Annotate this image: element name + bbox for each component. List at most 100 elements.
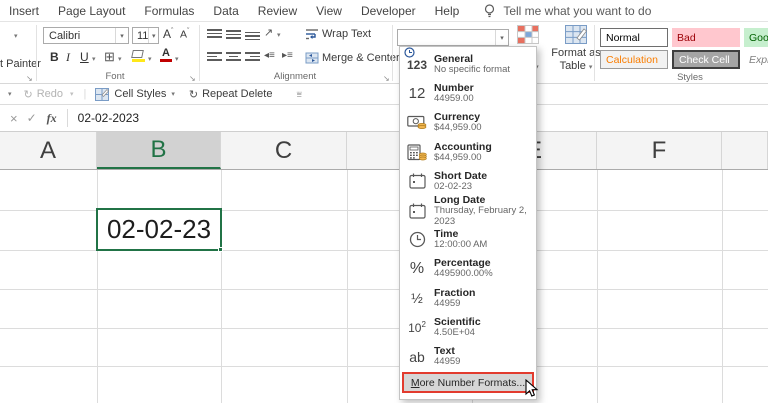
- align-middle-button[interactable]: [226, 29, 241, 40]
- borders-chevron[interactable]: ▾: [118, 55, 122, 63]
- number-format-combo[interactable]: ▾: [397, 29, 509, 46]
- worksheet-grid[interactable]: A B C E F 02-02-23: [0, 132, 768, 403]
- orientation-button[interactable]: ↗: [264, 26, 273, 39]
- selected-cell[interactable]: 02-02-23: [96, 208, 222, 251]
- dropdown-item-long-date[interactable]: Long Date Thursday, February 2, 2023: [400, 194, 536, 226]
- tab-formulas[interactable]: Formulas: [144, 4, 194, 18]
- format-painter-button[interactable]: t Painter: [0, 58, 41, 70]
- font-group-label: Font: [105, 71, 125, 82]
- font-name-combo[interactable]: Calibri ▾: [43, 27, 129, 44]
- increase-indent-button[interactable]: ▸≡: [282, 50, 293, 61]
- gridline: [347, 170, 348, 403]
- dropdown-item-percentage[interactable]: % Percentage 4495900.00%: [400, 254, 536, 283]
- alignment-dialog-launcher-icon[interactable]: ↘: [383, 74, 390, 83]
- dropdown-item-text[interactable]: ab Text 44959: [400, 342, 536, 371]
- decrease-indent-button[interactable]: ◂≡: [264, 50, 275, 61]
- column-header-a[interactable]: A: [0, 132, 97, 169]
- gridline: [0, 366, 768, 367]
- repeat-icon[interactable]: ↻: [189, 88, 198, 101]
- column-header-g[interactable]: [722, 132, 768, 169]
- align-left-button[interactable]: [207, 52, 222, 63]
- font-size-value: 11: [137, 29, 149, 42]
- underline-chevron[interactable]: ▾: [92, 55, 96, 63]
- dropdown-item-fraction[interactable]: ½ Fraction 44959: [400, 284, 536, 313]
- font-size-combo[interactable]: 11 ▾: [132, 27, 159, 44]
- cell-styles-button[interactable]: Cell Styles: [114, 88, 166, 100]
- paste-dropdown-chevron[interactable]: ▾: [14, 32, 18, 40]
- column-header-f[interactable]: F: [597, 132, 722, 169]
- clipboard-dialog-launcher-icon[interactable]: ↘: [26, 74, 33, 83]
- formula-bar-value[interactable]: 02-02-2023: [78, 111, 139, 125]
- toolbar-overflow-icon[interactable]: ⩸: [296, 89, 301, 100]
- orientation-chevron[interactable]: ▾: [277, 31, 281, 39]
- style-chip-calculation[interactable]: Calculation: [600, 50, 668, 69]
- tab-insert[interactable]: Insert: [9, 4, 39, 18]
- bold-button[interactable]: B: [50, 50, 59, 64]
- number-format-dropdown: 123 General No specific format 12 Number 4495…: [399, 46, 537, 400]
- fill-handle[interactable]: [218, 247, 223, 252]
- conditional-formatting-icon[interactable]: [517, 25, 539, 44]
- dropdown-item-sample: 44959: [434, 356, 461, 368]
- tab-page-layout[interactable]: Page Layout: [58, 4, 125, 18]
- dropdown-item-number[interactable]: 12 Number 44959.00: [400, 79, 536, 108]
- tab-developer[interactable]: Developer: [361, 4, 416, 18]
- more-number-formats-button[interactable]: More Number Formats...: [402, 372, 534, 393]
- cell-styles-chevron[interactable]: ▾: [171, 90, 175, 98]
- dropdown-item-accounting[interactable]: Accounting $44,959.00: [400, 138, 536, 167]
- insert-function-button[interactable]: fx: [47, 111, 57, 126]
- italic-button[interactable]: I: [66, 50, 70, 65]
- dropdown-item-scientific[interactable]: 102 Scientific 4.50E+04: [400, 313, 536, 342]
- cancel-button[interactable]: ×: [10, 111, 18, 126]
- cell-styles-icon[interactable]: [95, 87, 110, 101]
- column-header-c[interactable]: C: [221, 132, 347, 169]
- font-dialog-launcher-icon[interactable]: ↘: [189, 74, 196, 83]
- tab-data[interactable]: Data: [213, 4, 238, 18]
- style-chip-good[interactable]: Good: [744, 28, 768, 47]
- wrap-text-button[interactable]: Wrap Text: [305, 28, 371, 40]
- style-chip-explanatory[interactable]: Explanatory: [744, 50, 768, 69]
- tab-review[interactable]: Review: [258, 4, 297, 18]
- format-as-table-icon[interactable]: [565, 25, 587, 44]
- style-chip-bad[interactable]: Bad: [672, 28, 740, 47]
- fill-color-chevron[interactable]: ▾: [148, 55, 152, 63]
- toolbar-separator: |: [83, 88, 87, 100]
- align-center-button[interactable]: [226, 52, 241, 63]
- repeat-delete-button[interactable]: Repeat Delete: [202, 88, 272, 100]
- dropdown-item-time[interactable]: Time 12:00:00 AM: [400, 225, 536, 254]
- tab-view[interactable]: View: [316, 4, 342, 18]
- text-icon: ab: [409, 348, 425, 365]
- undo-chevron[interactable]: ▾: [8, 90, 12, 98]
- align-bottom-button[interactable]: [245, 29, 260, 40]
- dropdown-item-title: Accounting: [434, 140, 492, 153]
- ribbon: ▾ t Painter ↘ Calibri ▾ 11 ▾ Aˆ Aˇ B I U…: [0, 22, 768, 84]
- dropdown-item-currency[interactable]: Currency $44,959.00: [400, 108, 536, 137]
- align-right-button[interactable]: [245, 52, 260, 63]
- shrink-font-button[interactable]: Aˇ: [180, 28, 189, 41]
- style-chip-normal[interactable]: Normal: [600, 28, 668, 47]
- dropdown-item-sample: 44959.00: [434, 93, 474, 105]
- column-header-b[interactable]: B: [97, 132, 221, 169]
- redo-chevron: ▾: [70, 91, 74, 98]
- dropdown-item-sample: No specific format: [434, 64, 511, 76]
- redo-icon[interactable]: ↻: [24, 88, 33, 101]
- enter-button[interactable]: ✓: [27, 111, 37, 125]
- tab-help[interactable]: Help: [435, 4, 460, 18]
- merge-center-button[interactable]: Merge & Center ▾: [305, 52, 406, 64]
- font-name-value: Calibri: [49, 29, 81, 42]
- align-top-button[interactable]: [207, 29, 222, 40]
- tell-me-box[interactable]: Tell me what you want to do: [484, 4, 651, 18]
- borders-button[interactable]: ⊞: [104, 49, 115, 65]
- fill-color-button[interactable]: [131, 50, 145, 62]
- dropdown-item-general[interactable]: 123 General No specific format: [400, 46, 536, 79]
- dropdown-item-sample: 44959: [434, 297, 461, 309]
- redo-button[interactable]: Redo: [37, 88, 63, 100]
- dropdown-item-short-date[interactable]: Short Date 02-02-23: [400, 167, 536, 196]
- font-color-chevron[interactable]: ▾: [175, 55, 179, 63]
- font-color-button[interactable]: A: [160, 48, 172, 62]
- style-chip-check-cell[interactable]: Check Cell: [672, 50, 740, 69]
- grow-font-button[interactable]: Aˆ: [163, 27, 173, 41]
- dropdown-item-sample: 12:00:00 AM: [434, 239, 488, 251]
- chevron-down-icon: ▾: [495, 30, 508, 45]
- paint-bucket-icon: [131, 50, 144, 58]
- underline-button[interactable]: U: [80, 50, 89, 64]
